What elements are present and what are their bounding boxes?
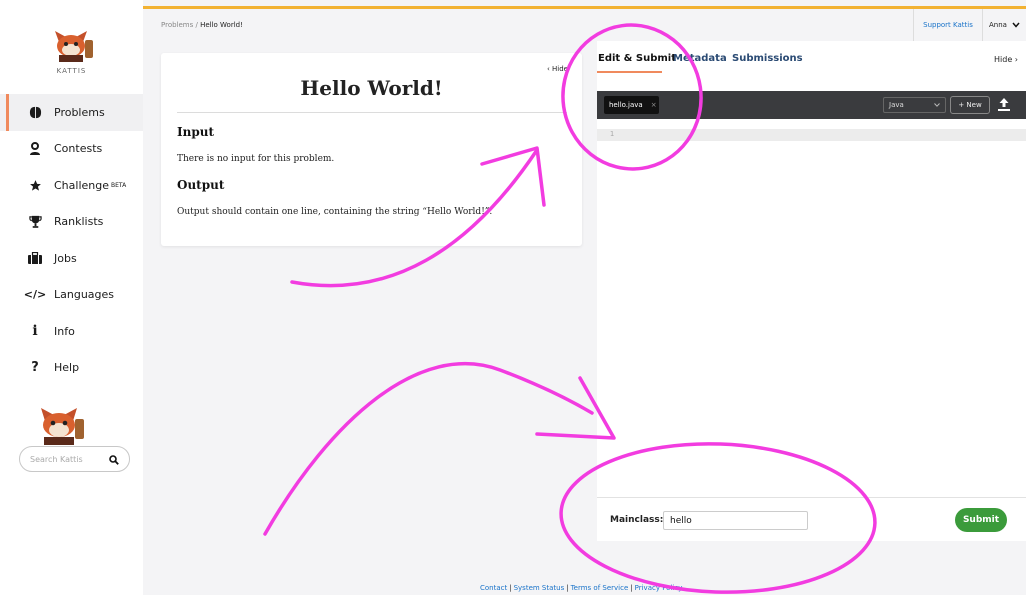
nav-label: Info xyxy=(54,324,75,338)
info-icon: i xyxy=(32,323,38,340)
nav-item-contests[interactable]: Contests xyxy=(0,131,143,168)
person-icon xyxy=(28,142,42,156)
nav-item-jobs[interactable]: Jobs xyxy=(0,240,143,277)
question-icon: ? xyxy=(31,360,39,376)
nav-item-challenge[interactable]: Challenge BETA xyxy=(0,167,143,204)
brand-name: KATTIS xyxy=(56,67,87,75)
chevron-down-icon xyxy=(1012,22,1020,28)
beta-badge: BETA xyxy=(111,181,127,189)
language-select[interactable]: Java xyxy=(883,97,946,113)
upload-icon[interactable] xyxy=(997,97,1011,112)
search-box xyxy=(19,446,130,472)
nav-label: Contests xyxy=(54,142,103,156)
output-heading: Output xyxy=(177,178,225,192)
tab-edit-submit[interactable]: Edit & Submit xyxy=(598,53,676,64)
nav-label: Help xyxy=(54,361,80,375)
tab-metadata[interactable]: Metadata xyxy=(673,53,727,64)
footer-separator: | xyxy=(509,584,512,592)
search-input[interactable] xyxy=(30,454,100,464)
brain-icon xyxy=(28,105,42,119)
footer-terms-link[interactable]: Terms of Service xyxy=(571,584,629,592)
title-divider xyxy=(177,112,567,113)
top-bar: Problems / Hello World! Support Kattis A… xyxy=(143,9,1026,41)
nav-label: Jobs xyxy=(54,251,77,265)
footer-contact-link[interactable]: Contact xyxy=(480,584,507,592)
language-value: Java xyxy=(889,101,904,109)
editor-panel: Edit & Submit Metadata Submissions Hide … xyxy=(597,41,1026,541)
nav-label: Ranklists xyxy=(54,215,104,229)
chevron-down-icon xyxy=(934,103,940,107)
footer-separator: | xyxy=(566,584,569,592)
active-tab-underline xyxy=(597,71,662,73)
sidebar: KATTIS Problems Contests Challenge BETA xyxy=(0,0,143,595)
input-text: There is no input for this problem. xyxy=(177,154,335,164)
footer-separator: | xyxy=(630,584,633,592)
mainclass-label: Mainclass: xyxy=(610,515,664,525)
nav-item-help[interactable]: ? Help xyxy=(0,350,143,387)
star-icon xyxy=(28,178,42,192)
annotation-arrow-lower xyxy=(263,361,594,536)
new-file-button[interactable]: + New xyxy=(950,96,990,114)
nav-item-info[interactable]: i Info xyxy=(0,313,143,350)
trophy-icon xyxy=(28,215,42,229)
nav-item-languages[interactable]: </> Languages xyxy=(0,277,143,314)
file-tab[interactable]: hello.java × xyxy=(604,96,659,114)
line-number: 1 xyxy=(609,130,615,138)
code-editor[interactable]: 1 xyxy=(597,119,1026,499)
close-file-icon[interactable]: × xyxy=(651,101,657,109)
user-name: Anna xyxy=(989,21,1007,29)
kattis-mascot-icon xyxy=(41,408,84,445)
tab-submissions[interactable]: Submissions xyxy=(732,53,803,64)
code-icon: </> xyxy=(23,288,47,302)
hide-editor-button[interactable]: Hide › xyxy=(994,55,1018,64)
nav-item-ranklists[interactable]: Ranklists xyxy=(0,204,143,241)
main-nav: Problems Contests Challenge BETA Ranklis… xyxy=(0,94,143,386)
mainclass-input[interactable] xyxy=(663,511,808,530)
output-text: Output should contain one line, containi… xyxy=(177,207,493,217)
nav-item-problems[interactable]: Problems xyxy=(0,94,143,131)
hide-statement-button[interactable]: ‹ Hide xyxy=(547,65,568,73)
breadcrumb-current: Hello World! xyxy=(200,21,243,29)
nav-label: Languages xyxy=(54,288,115,302)
breadcrumb: Problems / Hello World! xyxy=(161,21,243,29)
briefcase-icon xyxy=(28,251,42,265)
submit-button[interactable]: Submit xyxy=(955,508,1007,532)
support-kattis-link[interactable]: Support Kattis xyxy=(913,9,982,41)
file-name: hello.java xyxy=(609,101,643,109)
footer-system-status-link[interactable]: System Status xyxy=(514,584,565,592)
footer-privacy-link[interactable]: Privacy Policy xyxy=(635,584,683,592)
nav-label: Problems xyxy=(54,105,105,119)
nav-label: Challenge xyxy=(54,178,109,192)
problem-title: Hello World! xyxy=(300,76,443,100)
input-heading: Input xyxy=(177,125,214,139)
breadcrumb-problems-link[interactable]: Problems xyxy=(161,21,193,29)
active-line-highlight xyxy=(597,129,1026,141)
submit-bar: Mainclass: Submit xyxy=(597,497,1026,541)
kattis-logo-icon[interactable] xyxy=(51,28,97,62)
problem-statement-card: ‹ Hide Hello World! Input There is no in… xyxy=(161,53,582,246)
user-menu[interactable]: Anna xyxy=(982,9,1026,41)
editor-tabs: Edit & Submit Metadata Submissions Hide … xyxy=(597,41,1026,73)
page-footer: Contact | System Status | Terms of Service | P… xyxy=(480,584,682,592)
search-icon[interactable] xyxy=(109,450,119,469)
editor-toolbar: hello.java × Java + New xyxy=(597,91,1026,119)
